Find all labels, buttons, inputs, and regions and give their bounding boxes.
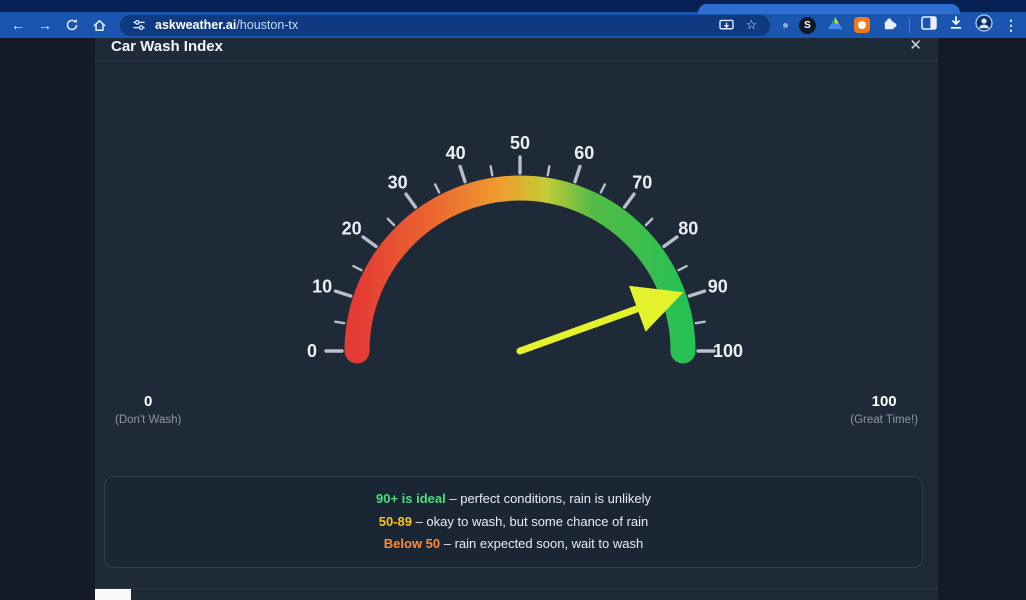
endpoint-left: 0 (Don't Wash)	[115, 393, 181, 426]
legend-line: 90+ is ideal – perfect conditions, rain …	[115, 488, 912, 511]
legend-highlight: 90+ is ideal	[376, 491, 446, 506]
mini-extension-dot-icon[interactable]	[783, 22, 788, 28]
legend-highlight: 50-89	[378, 513, 412, 529]
modal-header: Car Wash Index ✕	[95, 36, 938, 60]
legend-box: 90+ is ideal – perfect conditions, rain …	[104, 476, 923, 568]
legend-line: 50-89 – okay to wash, but some chance of…	[115, 511, 912, 534]
car-wash-index-modal: Car Wash Index ✕ 0 10 20 30 40 50 60 70 80 90 100 …	[95, 36, 938, 600]
browser-tab[interactable]	[698, 4, 960, 14]
endpoint-left-value: 0	[143, 393, 153, 410]
toolbar-divider	[909, 17, 910, 33]
window-titlebar	[0, 0, 1026, 14]
svg-text:20: 20	[342, 219, 362, 239]
svg-text:70: 70	[632, 173, 652, 193]
profile-avatar[interactable]	[975, 13, 993, 37]
browser-menu-icon[interactable]: ⋮	[1004, 17, 1018, 34]
svg-text:40: 40	[446, 143, 466, 163]
extensions-puzzle-icon[interactable]	[881, 14, 898, 36]
forward-button[interactable]: →	[35, 15, 55, 35]
svg-text:60: 60	[574, 143, 594, 163]
endpoint-right: 100 (Great Time!)	[850, 393, 918, 426]
legend-rest: – rain expected soon, wait to wash	[440, 536, 644, 551]
refresh-icon[interactable]	[62, 15, 82, 35]
url-domain: askweather.ai	[155, 18, 237, 32]
address-bar[interactable]: askweather.ai/houston-tx ☆	[120, 14, 770, 36]
legend-rest: – perfect conditions, rain is unlikely	[445, 491, 651, 506]
site-settings-icon[interactable]	[130, 17, 147, 34]
svg-text:80: 80	[678, 219, 698, 239]
svg-text:0: 0	[307, 341, 317, 361]
close-icon[interactable]: ✕	[909, 36, 922, 54]
modal-title: Car Wash Index	[111, 38, 223, 55]
url-path: /houston-tx	[236, 18, 299, 32]
page-bottom-strip	[95, 589, 131, 600]
gauge-endpoints: 0 (Don't Wash) 100 (Great Time!)	[95, 393, 938, 426]
page-background: Car Wash Index ✕ 0 10 20 30 40 50 60 70 80 90 100 …	[0, 36, 1026, 600]
home-icon[interactable]	[89, 15, 109, 35]
endpoint-right-value: 100	[871, 393, 897, 410]
gauge-svg: 0 10 20 30 40 50 60 70 80 90 100	[307, 133, 743, 364]
browser-toolbar: ← → askweather.ai/houston-tx ☆ S ⋮	[0, 12, 1026, 38]
camera-extension-icon[interactable]	[854, 17, 870, 33]
bookmark-star-icon[interactable]: ☆	[743, 17, 760, 34]
svg-text:10: 10	[312, 277, 332, 297]
endpoint-right-caption: (Great Time!)	[850, 414, 918, 426]
legend-highlight: Below 50	[383, 536, 441, 551]
downloads-icon[interactable]	[948, 15, 964, 36]
cast-icon[interactable]	[718, 17, 735, 34]
endpoint-left-caption: (Don't Wash)	[115, 414, 182, 426]
svg-text:90: 90	[708, 277, 728, 297]
drive-extension-icon[interactable]	[827, 16, 843, 35]
back-button[interactable]: ←	[8, 15, 28, 35]
svg-text:100: 100	[713, 341, 743, 361]
url-text: askweather.ai/houston-tx	[155, 18, 710, 32]
legend-line: Below 50 – rain expected soon, wait to w…	[115, 533, 912, 556]
svg-text:30: 30	[388, 173, 408, 193]
svg-text:50: 50	[510, 133, 530, 153]
legend-rest: – okay to wash, but some chance of rain	[411, 513, 649, 529]
toolbar-extensions-area: S ⋮	[783, 13, 1018, 37]
s-extension-icon[interactable]: S	[799, 16, 816, 34]
side-panel-icon[interactable]	[921, 15, 937, 35]
footer-divider	[95, 588, 938, 589]
